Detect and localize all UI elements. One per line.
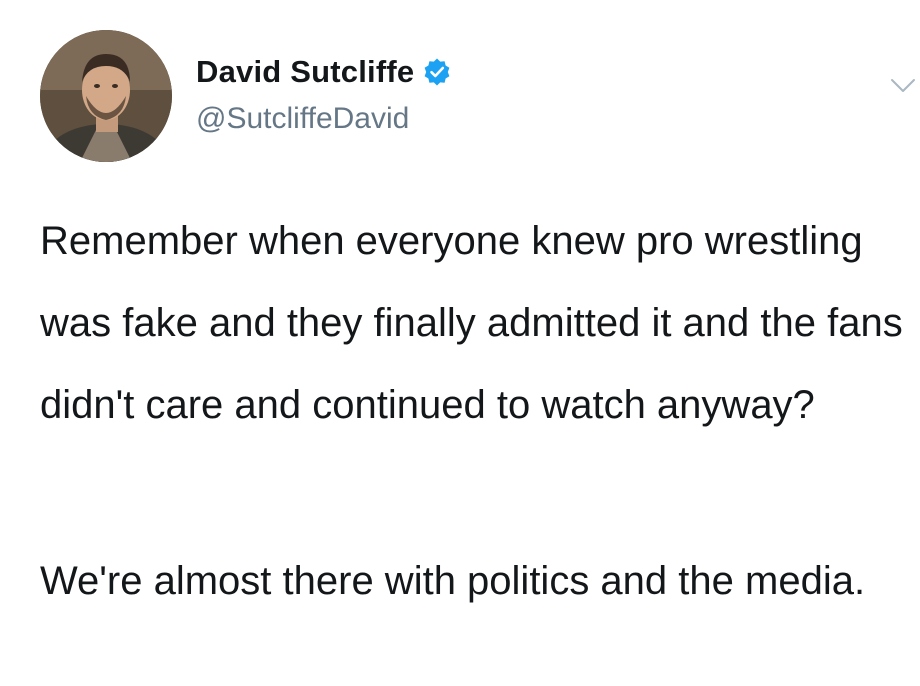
avatar[interactable] [40,30,172,162]
author-display-name[interactable]: David Sutcliffe [196,54,414,90]
chevron-down-icon[interactable] [890,78,916,94]
avatar-image [40,30,172,162]
tweet-card: David Sutcliffe @SutcliffeDavid Remember… [0,0,920,686]
verified-badge-icon [422,57,452,87]
tweet-text-paragraph-1: Remember when everyone knew pro wrestlin… [40,219,903,427]
author-name-row[interactable]: David Sutcliffe [196,52,452,92]
tweet-text-paragraph-2: We're almost there with politics and the… [40,559,866,603]
author-handle[interactable]: @SutcliffeDavid [196,102,409,136]
